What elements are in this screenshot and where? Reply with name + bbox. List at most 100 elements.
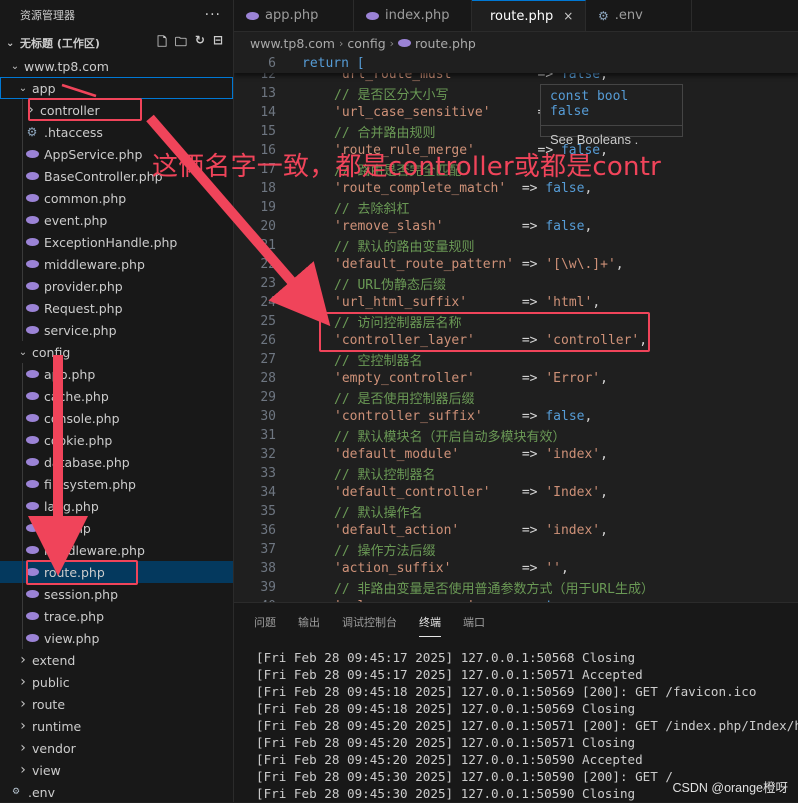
tree-item[interactable]: ⌄ www.tp8.com <box>0 55 233 77</box>
tree-item[interactable]: › view <box>0 759 233 781</box>
tree-item[interactable]: › extend <box>0 649 233 671</box>
tree-item[interactable]: cache.php <box>0 385 233 407</box>
tree-item[interactable]: service.php <box>0 319 233 341</box>
collapse-all-icon[interactable]: ⊟ <box>213 33 223 54</box>
tree-item[interactable]: middleware.php <box>0 253 233 275</box>
tree-item[interactable]: filesystem.php <box>0 473 233 495</box>
code-line[interactable]: 13 // 是否区分大小写 <box>234 84 798 103</box>
php-file-icon <box>24 414 40 422</box>
tree-item[interactable]: cookie.php <box>0 429 233 451</box>
tree-item[interactable]: ExceptionHandle.php <box>0 231 233 253</box>
code-line[interactable]: 24 'url_html_suffix' => 'html', <box>234 293 798 312</box>
breadcrumb-item[interactable]: config <box>347 36 385 51</box>
chevron-down-icon: ⌄ <box>10 60 20 72</box>
code-line[interactable]: 19 // 去除斜杠 <box>234 198 798 217</box>
tree-item[interactable]: › public <box>0 671 233 693</box>
close-icon[interactable]: × <box>563 9 573 23</box>
sticky-scroll-line[interactable]: 6 return [ <box>234 54 798 73</box>
code-line[interactable]: 32 'default_module' => 'index', <box>234 445 798 464</box>
tab-env[interactable]: ⚙ .env <box>586 0 692 31</box>
tree-item-label: log.php <box>44 520 91 536</box>
hover-signature: const bool false <box>541 85 682 126</box>
code-token: => <box>482 409 546 424</box>
code-line[interactable]: 35 // 默认操作名 <box>234 502 798 521</box>
tree-item[interactable]: middleware.php <box>0 539 233 561</box>
code-line[interactable]: 31 // 默认模块名（开启自动多模块有效） <box>234 426 798 445</box>
tree-item[interactable]: session.php <box>0 583 233 605</box>
tree-item[interactable]: lang.php <box>0 495 233 517</box>
code-text: // URL伪静态后缀 <box>302 274 446 293</box>
code-text: // 默认模块名（开启自动多模块有效） <box>302 426 565 445</box>
tree-item[interactable]: trace.php <box>0 605 233 627</box>
code-line[interactable]: 33 // 默认控制器名 <box>234 464 798 483</box>
tree-item[interactable]: app.php <box>0 363 233 385</box>
code-line[interactable]: 23 // URL伪静态后缀 <box>234 274 798 293</box>
breadcrumb-item[interactable]: route.php <box>415 36 476 51</box>
panel-tab[interactable]: 端口 <box>463 608 485 636</box>
tree-item[interactable]: database.php <box>0 451 233 473</box>
code-line[interactable]: 20 'remove_slash' => false, <box>234 217 798 236</box>
code-line[interactable]: 34 'default_controller' => 'Index', <box>234 483 798 502</box>
tree-item[interactable]: › route <box>0 693 233 715</box>
panel-tab[interactable]: 终端 <box>419 608 441 637</box>
code-line[interactable]: 38 'action_suffix' => '', <box>234 559 798 578</box>
workspace-header[interactable]: ⌄ 无标题 (工作区) 🗋 🗀 ↻ ⊟ <box>0 30 233 56</box>
breadcrumb-item[interactable]: www.tp8.com <box>250 36 335 51</box>
indent-guide <box>22 539 23 561</box>
code-line[interactable]: 22 'default_route_pattern' => '[\w\.]+', <box>234 255 798 274</box>
panel-tab[interactable]: 调试控制台 <box>342 608 397 636</box>
terminal-line: [Fri Feb 28 09:45:18 2025] 127.0.0.1:505… <box>256 701 636 716</box>
tree-item[interactable]: › runtime <box>0 715 233 737</box>
code-line[interactable]: 21 // 默认的路由变量规则 <box>234 236 798 255</box>
code-text: 'remove_slash' => false, <box>302 219 592 234</box>
refresh-icon[interactable]: ↻ <box>195 33 205 54</box>
code-line[interactable]: 29 // 是否使用控制器后缀 <box>234 388 798 407</box>
code-token: , <box>584 181 593 196</box>
new-folder-icon[interactable]: 🗀 <box>175 33 187 54</box>
tree-item[interactable]: provider.php <box>0 275 233 297</box>
tree-item-label: Request.php <box>44 300 123 316</box>
code-line[interactable]: 39 // 非路由变量是否使用普通参数方式（用于URL生成） <box>234 578 798 597</box>
php-file-icon <box>24 150 40 158</box>
tab-label: route.php <box>490 8 554 24</box>
tree-item[interactable]: ⌄ config <box>0 341 233 363</box>
tree-item-label: common.php <box>44 190 127 206</box>
tab-appphp[interactable]: app.php <box>234 0 354 31</box>
tree-item-label: service.php <box>44 322 117 338</box>
code-line[interactable]: 37 // 操作方法后缀 <box>234 540 798 559</box>
code-line[interactable]: 36 'default_action' => 'index', <box>234 521 798 540</box>
tree-item[interactable]: event.php <box>0 209 233 231</box>
tree-item[interactable]: ⚙ .htaccess <box>0 121 233 143</box>
gear-icon: ⚙ <box>598 8 609 23</box>
panel-tab[interactable]: 问题 <box>254 608 276 636</box>
tree-item[interactable]: view.php <box>0 627 233 649</box>
panel-tab[interactable]: 输出 <box>298 608 320 636</box>
tree-item[interactable]: ⚙ .env <box>0 781 233 803</box>
code-line[interactable]: 30 'controller_suffix' => false, <box>234 407 798 426</box>
line-number: 14 <box>260 105 276 120</box>
indent-guide <box>22 231 23 253</box>
terminal-line: [Fri Feb 28 09:45:20 2025] 127.0.0.1:505… <box>256 735 636 750</box>
more-actions-icon[interactable]: ··· <box>205 7 221 23</box>
workspace-actions: 🗋 🗀 ↻ ⊟ <box>157 33 223 54</box>
code-line[interactable]: 28 'empty_controller' => 'Error', <box>234 369 798 388</box>
tree-item-label: www.tp8.com <box>24 58 109 74</box>
code-line[interactable]: 14'url_case_sensitive' => false, <box>234 103 798 122</box>
code-line[interactable]: 27 // 空控制器名 <box>234 350 798 369</box>
tree-item[interactable]: log.php <box>0 517 233 539</box>
php-file-icon <box>24 238 40 246</box>
tab-indexphp[interactable]: index.php <box>354 0 472 31</box>
line-number: 29 <box>260 390 276 405</box>
tree-item[interactable]: common.php <box>0 187 233 209</box>
code-token: // 合并路由规则 <box>334 126 436 141</box>
php-file-icon <box>24 546 40 554</box>
tree-item[interactable]: › vendor <box>0 737 233 759</box>
code-line[interactable]: 15 // 合并路由规则 <box>234 122 798 141</box>
php-file-icon <box>24 304 40 312</box>
new-file-icon[interactable]: 🗋 <box>157 33 167 54</box>
code-text: // 默认的路由变量规则 <box>302 236 474 255</box>
tree-item[interactable]: console.php <box>0 407 233 429</box>
tree-item[interactable]: Request.php <box>0 297 233 319</box>
tab-routephp[interactable]: route.php × <box>472 0 586 31</box>
tree-item[interactable]: ⌄ app <box>0 77 233 99</box>
